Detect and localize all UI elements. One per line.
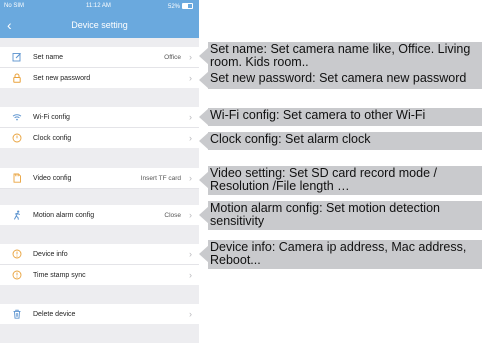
chevron-right-icon: › xyxy=(189,52,192,62)
chevron-right-icon: › xyxy=(189,112,192,122)
edit-icon xyxy=(12,53,21,62)
callout-text: sensitivity xyxy=(210,214,265,228)
callout-clock-config: Clock config: Set alarm clock xyxy=(199,132,482,150)
page-title: Device setting xyxy=(71,20,128,30)
callout-box: Video setting: Set SD card record mode /… xyxy=(208,166,482,195)
wifi-config-label: Wi-Fi config xyxy=(33,114,70,121)
row-device-info[interactable]: Device info › xyxy=(0,244,199,265)
lock-icon xyxy=(13,73,21,83)
carrier-label: No SIM xyxy=(4,3,25,9)
battery-percent: 52% xyxy=(167,4,180,10)
motion-person-icon xyxy=(13,210,21,220)
row-delete-device[interactable]: Delete device › xyxy=(0,304,199,324)
battery-status: 52% xyxy=(168,3,193,10)
row-set-name[interactable]: Set name Office › xyxy=(0,47,199,68)
motion-alarm-label: Motion alarm config xyxy=(33,212,95,219)
phone-screen: No SIM 11:12 AM 52% ‹ Device setting Set… xyxy=(0,0,199,343)
callout-text: Clock config: Set alarm clock xyxy=(210,132,371,146)
chevron-right-icon: › xyxy=(189,309,192,319)
callout-set-password: Set new password: Set camera new passwor… xyxy=(199,71,482,89)
row-clock-config[interactable]: Clock config › xyxy=(0,128,199,148)
callout-video-setting: Video setting: Set SD card record mode /… xyxy=(199,166,482,195)
chevron-right-icon: › xyxy=(189,173,192,183)
motion-alarm-value: Close xyxy=(164,212,181,219)
callout-text: Resolution /File length … xyxy=(210,179,350,193)
callout-box: Device info: Camera ip address, Mac addr… xyxy=(208,240,482,269)
wifi-icon xyxy=(12,114,22,121)
callout-box: Clock config: Set alarm clock xyxy=(208,132,482,150)
callout-text: Set new password: Set camera new passwor… xyxy=(210,71,467,85)
status-bar: No SIM 11:12 AM 52% xyxy=(0,0,199,14)
callout-box: Motion alarm config: Set motion detectio… xyxy=(208,201,482,230)
callout-text: Reboot... xyxy=(210,253,261,267)
chevron-right-icon: › xyxy=(189,210,192,220)
clock-time: 11:12 AM xyxy=(86,3,111,9)
trash-icon xyxy=(13,309,21,319)
clock-config-label: Clock config xyxy=(33,135,72,142)
callout-device-info: Device info: Camera ip address, Mac addr… xyxy=(199,240,482,269)
video-config-value: Insert TF card xyxy=(140,175,181,182)
sd-card-icon xyxy=(13,173,21,183)
delete-device-label: Delete device xyxy=(33,311,76,318)
chevron-right-icon: › xyxy=(189,73,192,83)
chevron-right-icon: › xyxy=(189,133,192,143)
row-wifi-config[interactable]: Wi-Fi config › xyxy=(0,107,199,128)
callout-text: Wi-Fi config: Set camera to other Wi-Fi xyxy=(210,108,426,122)
row-video-config[interactable]: Video config Insert TF card › xyxy=(0,168,199,189)
nav-bar: ‹ Device setting xyxy=(0,14,199,38)
row-time-stamp-sync[interactable]: Time stamp sync › xyxy=(0,265,199,285)
callout-wifi-config: Wi-Fi config: Set camera to other Wi-Fi xyxy=(199,108,482,126)
set-name-label: Set name xyxy=(33,54,63,61)
row-motion-alarm-config[interactable]: Motion alarm config Close › xyxy=(0,205,199,225)
set-name-value: Office xyxy=(164,54,181,61)
row-set-password[interactable]: Set new password › xyxy=(0,68,199,88)
device-info-label: Device info xyxy=(33,251,68,258)
info-icon xyxy=(12,249,22,259)
callout-box: Set new password: Set camera new passwor… xyxy=(208,71,482,89)
set-password-label: Set new password xyxy=(33,75,91,82)
callout-text: room. Kids room.. xyxy=(210,55,309,69)
callout-motion-alarm: Motion alarm config: Set motion detectio… xyxy=(199,201,482,230)
chevron-right-icon: › xyxy=(189,270,192,280)
battery-icon xyxy=(182,3,193,9)
chevron-right-icon: › xyxy=(189,249,192,259)
callout-box: Set name: Set camera name like, Office. … xyxy=(208,42,482,71)
callout-set-name: Set name: Set camera name like, Office. … xyxy=(199,42,482,71)
time-stamp-sync-label: Time stamp sync xyxy=(33,272,86,279)
callout-box: Wi-Fi config: Set camera to other Wi-Fi xyxy=(208,108,482,126)
video-config-label: Video config xyxy=(33,175,72,182)
time-sync-icon xyxy=(12,270,22,280)
clock-icon xyxy=(12,133,22,143)
